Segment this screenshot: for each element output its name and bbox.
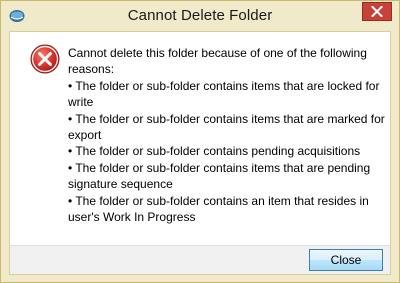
title-bar[interactable]: Cannot Delete Folder — [1, 1, 399, 31]
window-close-button[interactable] — [362, 2, 392, 21]
dialog-content: Cannot delete this folder because of one… — [9, 31, 391, 275]
close-icon — [371, 6, 383, 17]
reason-item: • The folder or sub-folder contains item… — [68, 160, 371, 192]
reason-item: • The folder or sub-folder contains an i… — [68, 193, 369, 225]
reason-item: • The folder or sub-folder contains item… — [68, 78, 380, 110]
message-intro: Cannot delete this folder because of one… — [68, 46, 367, 77]
close-button[interactable]: Close — [309, 249, 383, 271]
button-bar: Close — [10, 245, 390, 274]
reason-item: • The folder or sub-folder contains pend… — [68, 144, 361, 159]
window-title: Cannot Delete Folder — [127, 7, 273, 24]
reason-item: • The folder or sub-folder contains item… — [68, 111, 385, 143]
dialog-window: Cannot Delete Folder Cannot delete this … — [0, 0, 400, 283]
error-icon — [29, 43, 61, 75]
error-message: Cannot delete this folder because of one… — [68, 45, 386, 225]
